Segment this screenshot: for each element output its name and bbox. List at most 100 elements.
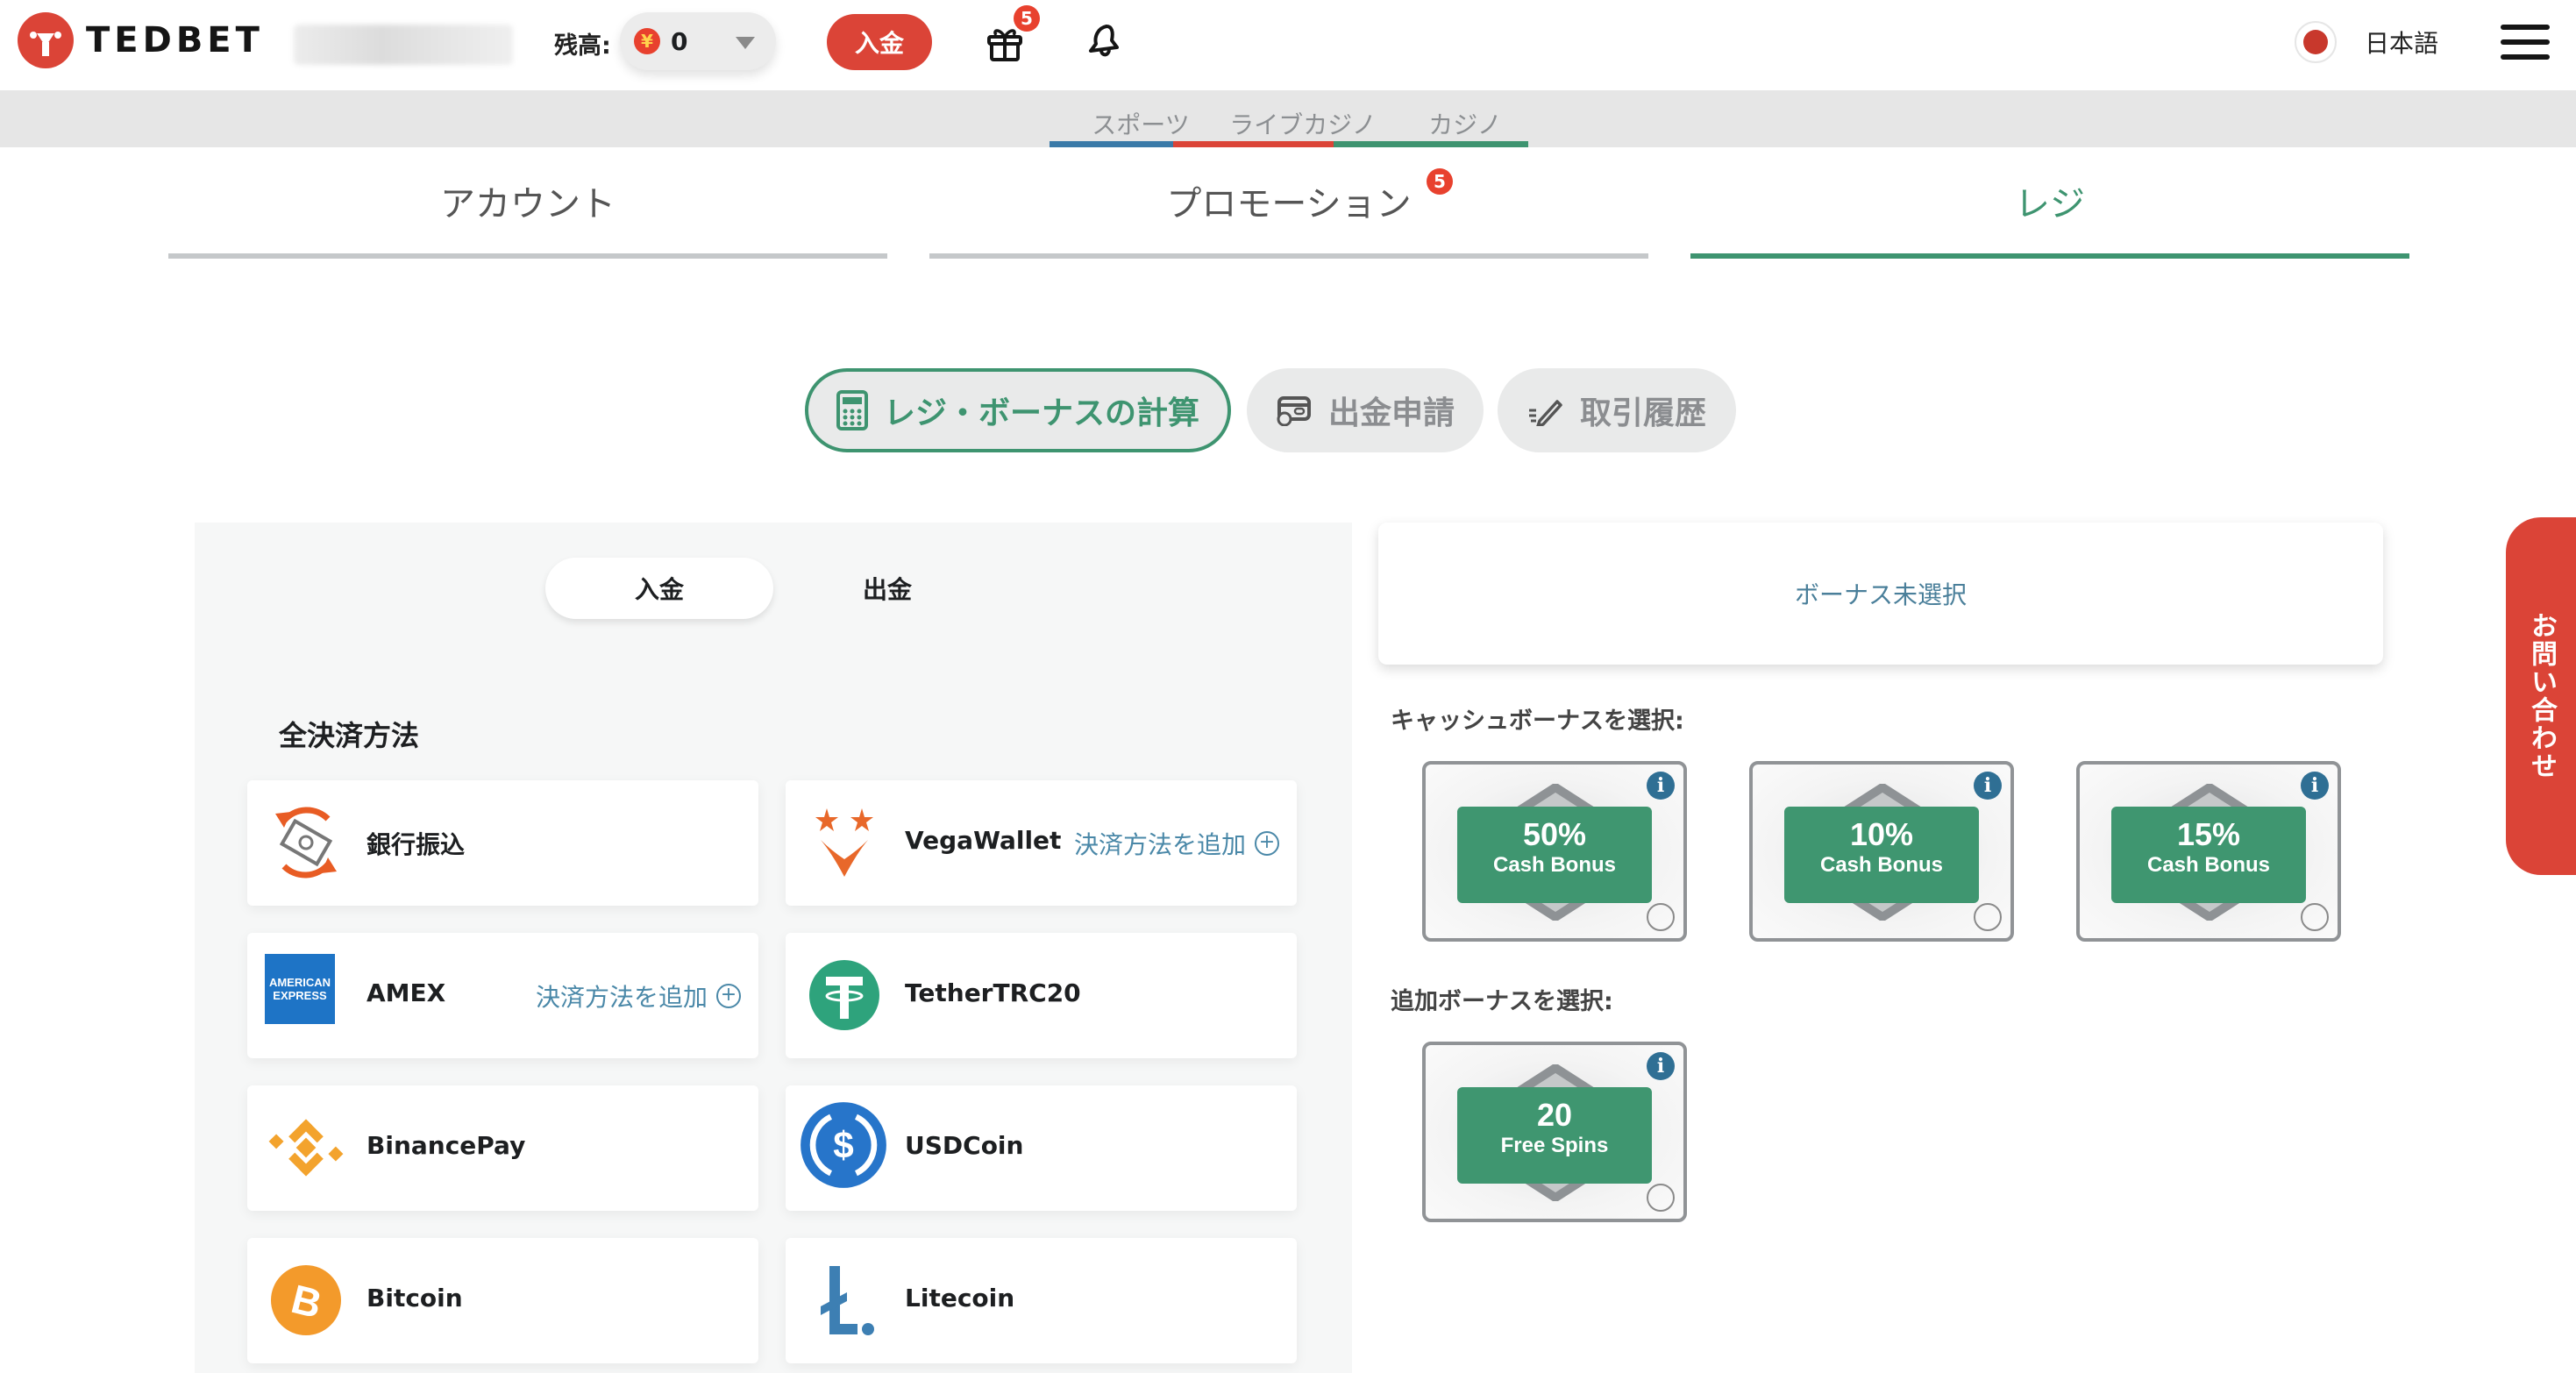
payment-method-name: Litecoin [905, 1284, 1015, 1313]
selected-bonus-display: ボーナス未選択 [1378, 523, 2383, 665]
tab-cashier[interactable]: レジ [1690, 175, 2409, 259]
info-icon[interactable]: i [2301, 772, 2329, 800]
add-method-label: 決済方法を追加 [535, 983, 708, 1012]
toggle-deposit[interactable]: 入金 [545, 558, 773, 619]
bonus-label-box: 20 Free Spins [1457, 1087, 1652, 1184]
payment-method-name: TetherTRC20 [905, 978, 1081, 1007]
bank-transfer-icon [275, 807, 337, 879]
extra-bonus-label: 追加ボーナスを選択: [1391, 988, 1613, 1015]
subtab-transaction-history[interactable]: 取引履歴 [1498, 368, 1736, 452]
category-bar: スポーツ ライブカジノ カジノ [0, 90, 2576, 147]
payment-method-card[interactable]: Litecoin [786, 1238, 1297, 1363]
payment-method-name: BinancePay [366, 1131, 526, 1160]
deposit-button[interactable]: 入金 [827, 14, 932, 70]
amex-logo-line: AMERICAN [268, 976, 331, 989]
payment-method-card[interactable]: VegaWallet 決済方法を追加 + [786, 780, 1297, 906]
payment-method-card[interactable]: B Bitcoin [247, 1238, 758, 1363]
bonus-label-box: 50% Cash Bonus [1457, 807, 1652, 903]
tedbet-logo-icon [18, 12, 74, 68]
balance-label: 残高: [554, 32, 611, 60]
payment-method-name: USDCoin [905, 1131, 1024, 1160]
payment-method-name: VegaWallet [905, 826, 1062, 855]
category-sports-underline [1050, 141, 1173, 147]
payment-method-card[interactable]: BinancePay [247, 1085, 758, 1211]
subtab-cashier-bonus-calc[interactable]: レジ・ボーナスの計算 [805, 368, 1231, 452]
bonus-value: 15% [2176, 816, 2241, 852]
tether-icon [809, 960, 879, 1030]
category-live-casino-underline [1173, 141, 1334, 147]
category-casino[interactable]: カジノ [1413, 106, 1517, 141]
bonus-card-cash[interactable]: 10% Cash Bonus i [1749, 761, 2014, 942]
bonus-card-free-spins[interactable]: 20 Free Spins i [1422, 1042, 1687, 1222]
language-selector[interactable]: 日本語 [2365, 25, 2438, 60]
caret-down-icon [736, 37, 755, 49]
balance-dropdown[interactable]: ¥ 0 [620, 12, 776, 70]
bonus-type: Cash Bonus [1819, 853, 1943, 877]
bonus-value: 20 [1536, 1097, 1573, 1133]
bonus-type: Free Spins [1500, 1134, 1609, 1157]
add-payment-method-link[interactable]: 決済方法を追加 + [536, 978, 741, 1014]
payment-method-name: 銀行振込 [366, 830, 466, 859]
contact-us-tab[interactable]: お問い合わせ [2506, 517, 2576, 875]
bonus-type: Cash Bonus [2146, 853, 2270, 877]
binance-icon [268, 1119, 344, 1177]
category-live-casino[interactable]: ライブカジノ [1224, 106, 1382, 141]
toggle-withdraw[interactable]: 出金 [773, 558, 1001, 619]
svg-text:$: $ [833, 1124, 853, 1165]
tab-promotion-label: プロモーション [1166, 184, 1412, 224]
payment-method-name: AMEX [366, 978, 446, 1007]
payment-method-card[interactable]: $ USDCoin [786, 1085, 1297, 1211]
hamburger-menu-icon[interactable] [2501, 25, 2550, 60]
payment-method-card[interactable]: 銀行振込 [247, 780, 758, 906]
tab-cashier-label: レジ [2015, 184, 2085, 224]
subtab-withdraw-request[interactable]: 出金申請 [1247, 368, 1484, 452]
bonus-radio[interactable] [1647, 1184, 1675, 1212]
payment-method-name: Bitcoin [366, 1284, 463, 1313]
vegawallet-icon [815, 808, 873, 877]
username-blurred [294, 25, 513, 65]
gift-icon[interactable] [986, 25, 1024, 61]
payment-method-card[interactable]: TetherTRC20 [786, 933, 1297, 1058]
brand-name: TEDBET [86, 20, 264, 60]
amex-icon: AMERICAN EXPRESS [265, 954, 335, 1024]
promotion-badge: 5 [1427, 168, 1453, 195]
tab-promotion[interactable]: プロモーション 5 [929, 168, 1648, 259]
brand-logo[interactable]: TEDBET [18, 12, 264, 68]
payment-panel: 入金 出金 全決済方法 銀行振込 VegaWallet 決済方法を追加 + AM… [195, 523, 1352, 1373]
bonus-label-box: 10% Cash Bonus [1784, 807, 1979, 903]
language-flag-icon[interactable] [2295, 21, 2337, 63]
usdc-icon: $ [801, 1102, 886, 1188]
category-sports[interactable]: スポーツ [1075, 106, 1206, 141]
add-payment-method-link[interactable]: 決済方法を追加 + [1074, 826, 1279, 861]
payment-method-card[interactable]: AMERICAN EXPRESS AMEX 決済方法を追加 + [247, 933, 758, 1058]
bonus-card-cash[interactable]: 50% Cash Bonus i [1422, 761, 1687, 942]
bonus-card-cash[interactable]: 15% Cash Bonus i [2076, 761, 2341, 942]
bitcoin-icon: B [271, 1265, 341, 1335]
calculator-icon [836, 390, 868, 430]
info-icon[interactable]: i [1647, 1052, 1675, 1080]
subtab-transaction-history-label: 取引履歴 [1579, 395, 1706, 431]
subtab-withdraw-request-label: 出金申請 [1327, 395, 1455, 431]
pencil-icon [1528, 400, 1562, 426]
cash-bonus-label: キャッシュボーナスを選択: [1391, 708, 1684, 735]
bonus-radio[interactable] [2301, 903, 2329, 931]
bell-icon[interactable] [1085, 21, 1126, 61]
tab-account[interactable]: アカウント [168, 175, 887, 259]
bonus-radio[interactable] [1647, 903, 1675, 931]
bonus-radio[interactable] [1974, 903, 2002, 931]
info-icon[interactable]: i [1647, 772, 1675, 800]
bonus-label-box: 15% Cash Bonus [2111, 807, 2306, 903]
info-icon[interactable]: i [1974, 772, 2002, 800]
amex-logo-line: EXPRESS [273, 989, 327, 1002]
bonus-value: 50% [1522, 816, 1587, 852]
bonus-type: Cash Bonus [1492, 853, 1616, 877]
add-method-label: 決済方法を追加 [1073, 830, 1246, 859]
plus-circle-icon: + [1255, 831, 1279, 856]
card-clock-icon [1277, 396, 1311, 426]
tab-account-label: アカウント [440, 184, 616, 224]
category-casino-underline [1334, 141, 1528, 147]
gift-badge: 5 [1014, 5, 1040, 32]
bonus-value: 10% [1849, 816, 1914, 852]
balance-value: 0 [671, 26, 688, 56]
litecoin-icon [821, 1266, 874, 1335]
